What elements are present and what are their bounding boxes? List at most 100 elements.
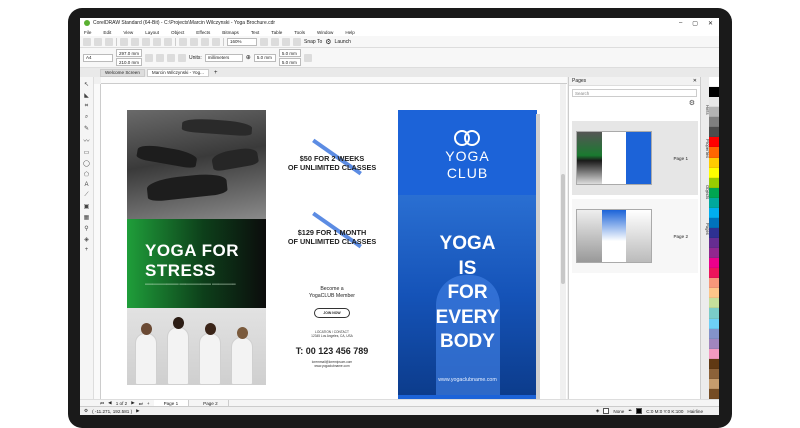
landscape-icon[interactable] bbox=[156, 53, 164, 62]
palette-swatch[interactable] bbox=[709, 207, 719, 218]
menu-file[interactable]: File bbox=[84, 30, 91, 35]
palette-swatch[interactable] bbox=[709, 358, 719, 369]
palette-swatch[interactable] bbox=[709, 217, 719, 228]
duplicate-x-field[interactable]: 5.0 mm bbox=[278, 49, 301, 57]
play-icon[interactable]: ▶ bbox=[136, 408, 140, 414]
horizontal-ruler[interactable] bbox=[101, 77, 567, 84]
last-page-icon[interactable]: ⏭ bbox=[139, 401, 143, 406]
crop-tool-icon[interactable]: ⌗ bbox=[85, 103, 88, 110]
page-height-field[interactable]: 210.0 mm bbox=[116, 58, 142, 66]
maximize-button[interactable]: ▢ bbox=[692, 20, 698, 27]
full-screen-icon[interactable] bbox=[260, 37, 268, 46]
tab-welcome-screen[interactable]: Welcome Screen bbox=[100, 68, 145, 77]
publish-pdf-icon[interactable] bbox=[212, 37, 220, 46]
shadow-tool-icon[interactable]: ▣ bbox=[84, 203, 90, 210]
page-thumbnail-row[interactable]: Page 1 bbox=[572, 121, 698, 195]
import-icon[interactable] bbox=[190, 37, 198, 46]
save-icon[interactable] bbox=[105, 37, 113, 46]
add-page-icon[interactable]: + bbox=[147, 401, 150, 406]
palette-swatch[interactable] bbox=[709, 248, 719, 259]
page-1-thumbnail[interactable] bbox=[576, 131, 652, 185]
palette-swatch[interactable] bbox=[709, 147, 719, 158]
pages-search-input[interactable]: Search bbox=[572, 89, 697, 97]
menu-edit[interactable]: Edit bbox=[103, 30, 111, 35]
palette-swatch[interactable] bbox=[709, 127, 719, 138]
palette-swatch[interactable] bbox=[709, 197, 719, 208]
ellipse-tool-icon[interactable]: ◯ bbox=[83, 160, 90, 167]
outline-pen-icon[interactable]: ✒ bbox=[628, 408, 632, 414]
menu-view[interactable]: View bbox=[123, 30, 133, 35]
scrollbar-thumb[interactable] bbox=[561, 174, 565, 284]
launch-dropdown[interactable]: Launch bbox=[335, 39, 351, 45]
zoom-level-select[interactable]: 160% bbox=[227, 37, 257, 46]
transparency-tool-icon[interactable]: ▦ bbox=[84, 214, 90, 221]
undo-icon[interactable] bbox=[153, 37, 161, 46]
page-thumbnail-row[interactable]: Page 2 bbox=[572, 199, 698, 273]
zoom-tool-icon[interactable]: ⌕ bbox=[85, 114, 88, 121]
palette-swatch[interactable] bbox=[709, 238, 719, 249]
fill-icon[interactable]: ◈ bbox=[596, 408, 600, 414]
open-folder-icon[interactable] bbox=[94, 37, 102, 46]
close-docker-icon[interactable]: ✕ bbox=[693, 78, 700, 84]
paste-icon[interactable] bbox=[142, 37, 150, 46]
palette-swatch[interactable] bbox=[709, 308, 719, 319]
palette-swatch[interactable] bbox=[709, 278, 719, 289]
units-select[interactable]: millimeters bbox=[204, 53, 243, 62]
fill-tool-icon[interactable]: ◈ bbox=[84, 236, 89, 243]
options-gear-icon[interactable]: ⚙ bbox=[325, 38, 331, 46]
page-size-select[interactable]: A4 bbox=[83, 53, 113, 62]
polygon-tool-icon[interactable]: ⬠ bbox=[84, 171, 89, 178]
palette-swatch[interactable] bbox=[709, 167, 719, 178]
nudge-distance-field[interactable]: 5.0 mm bbox=[253, 53, 276, 62]
fill-swatch[interactable] bbox=[603, 408, 610, 414]
menu-text[interactable]: Text bbox=[251, 30, 259, 35]
menu-help[interactable]: Help bbox=[345, 30, 354, 35]
palette-swatch[interactable] bbox=[709, 288, 719, 299]
palette-swatch[interactable] bbox=[709, 388, 719, 399]
palette-swatch[interactable] bbox=[709, 97, 719, 108]
palette-swatch[interactable] bbox=[709, 137, 719, 148]
brochure-panel-left[interactable]: YOGA FOR STRESS ▪▪▪▪▪▪▪▪▪▪▪▪▪▪▪▪▪▪▪▪▪▪▪▪… bbox=[127, 110, 266, 385]
guidelines-icon[interactable] bbox=[293, 37, 301, 46]
snap-to-dropdown[interactable]: Snap To bbox=[304, 39, 322, 45]
portrait-icon[interactable] bbox=[145, 53, 153, 62]
new-document-icon[interactable] bbox=[83, 37, 91, 46]
freehand-tool-icon[interactable]: ✎ bbox=[84, 125, 89, 132]
page-width-field[interactable]: 297.0 mm bbox=[116, 49, 142, 57]
page-border-icon[interactable] bbox=[303, 53, 312, 62]
brochure-panel-middle[interactable]: $50 FOR 2 WEEKS OF UNLIMITED CLASSES $12… bbox=[266, 110, 398, 385]
palette-swatch[interactable] bbox=[709, 77, 719, 88]
shape-tool-icon[interactable]: ◣ bbox=[84, 92, 89, 99]
vertical-scrollbar[interactable] bbox=[560, 84, 566, 399]
vertical-ruler[interactable] bbox=[94, 84, 101, 399]
palette-swatch[interactable] bbox=[709, 368, 719, 379]
rulers-icon[interactable] bbox=[271, 37, 279, 46]
menu-layout[interactable]: Layout bbox=[145, 30, 159, 35]
add-tool-icon[interactable]: + bbox=[85, 247, 89, 253]
menu-object[interactable]: Object bbox=[171, 30, 184, 35]
brochure-panel-right[interactable]: YOGA CLUB YOGA IS FOR EVERY BODY www.yog… bbox=[398, 110, 537, 403]
menu-effects[interactable]: Effects bbox=[196, 30, 210, 35]
outline-swatch[interactable] bbox=[636, 408, 643, 414]
menu-table[interactable]: Table bbox=[271, 30, 282, 35]
palette-swatch[interactable] bbox=[709, 117, 719, 128]
palette-swatch[interactable] bbox=[709, 87, 719, 98]
redo-icon[interactable] bbox=[164, 37, 172, 46]
cut-icon[interactable] bbox=[120, 37, 128, 46]
new-tab-icon[interactable]: + bbox=[211, 70, 218, 76]
palette-swatch[interactable] bbox=[709, 298, 719, 309]
palette-swatch[interactable] bbox=[709, 378, 719, 389]
grid-icon[interactable] bbox=[282, 37, 290, 46]
current-page-icon[interactable] bbox=[178, 53, 186, 62]
rectangle-tool-icon[interactable]: ▭ bbox=[84, 149, 90, 156]
palette-swatch[interactable] bbox=[709, 348, 719, 359]
minimize-button[interactable]: – bbox=[679, 20, 682, 27]
all-pages-icon[interactable] bbox=[167, 53, 175, 62]
palette-swatch[interactable] bbox=[709, 187, 719, 198]
palette-swatch[interactable] bbox=[709, 318, 719, 329]
palette-swatch[interactable] bbox=[709, 157, 719, 168]
first-page-icon[interactable]: ⏮ bbox=[100, 401, 104, 406]
tab-yoga-brochure[interactable]: Marcin Wilczynski - Yog... bbox=[146, 68, 209, 77]
palette-swatch[interactable] bbox=[709, 107, 719, 118]
text-tool-icon[interactable]: A bbox=[84, 182, 88, 188]
